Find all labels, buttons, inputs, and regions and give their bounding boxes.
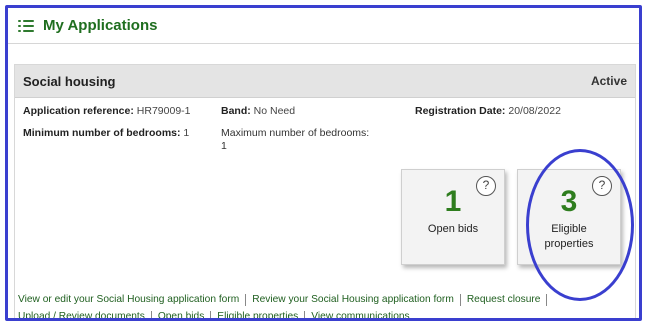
links-row-1: View or edit your Social Housing applica… bbox=[18, 291, 638, 308]
open-bids-link[interactable]: Open bids bbox=[158, 311, 204, 318]
title-bar: My Applications bbox=[8, 8, 639, 44]
hamburger-menu-icon[interactable] bbox=[18, 19, 34, 33]
eligible-properties-link[interactable]: Eligible properties bbox=[217, 311, 298, 318]
status-badge: Active bbox=[590, 74, 627, 88]
help-icon[interactable]: ? bbox=[476, 176, 496, 196]
application-name: Social housing bbox=[23, 73, 116, 89]
link-separator bbox=[304, 310, 306, 318]
applications-window: My Applications Social housing Active Ap… bbox=[5, 5, 642, 321]
max-bedrooms-label: Maximum number of bedrooms: bbox=[221, 127, 370, 139]
eligible-properties-label: Eligible properties bbox=[518, 222, 620, 252]
link-separator bbox=[150, 310, 152, 318]
band: Band: No Need bbox=[221, 105, 295, 117]
eligible-label-line2: properties bbox=[544, 238, 594, 250]
page-title: My Applications bbox=[43, 17, 158, 34]
min-bedrooms: Minimum number of bedrooms: 1 bbox=[23, 127, 189, 139]
application-header: Social housing Active bbox=[15, 65, 635, 98]
min-bedrooms-value: 1 bbox=[183, 127, 190, 139]
application-panel: Social housing Active Application refere… bbox=[14, 64, 636, 318]
band-value: No Need bbox=[253, 105, 296, 117]
open-bids-card[interactable]: ? 1 Open bids bbox=[401, 169, 505, 265]
eligible-label-line1: Eligible bbox=[551, 223, 587, 235]
application-reference: Application reference: HR79009-1 bbox=[23, 105, 191, 117]
links-row-2: Upload / Review documents Open bids Elig… bbox=[18, 308, 638, 318]
max-bedrooms-value: 1 bbox=[221, 140, 227, 152]
link-separator bbox=[459, 293, 461, 306]
link-separator bbox=[245, 293, 247, 306]
application-details: Application reference: HR79009-1 Band: N… bbox=[15, 98, 635, 265]
upload-documents-link[interactable]: Upload / Review documents bbox=[18, 311, 145, 318]
band-label: Band: bbox=[221, 105, 251, 117]
action-links: View or edit your Social Housing applica… bbox=[18, 291, 638, 318]
help-icon[interactable]: ? bbox=[592, 176, 612, 196]
view-communications-link[interactable]: View communications bbox=[311, 311, 409, 318]
registration-label: Registration Date: bbox=[415, 105, 506, 117]
request-closure-link[interactable]: Request closure bbox=[467, 294, 541, 305]
reference-value: HR79009-1 bbox=[136, 105, 191, 117]
registration-value: 20/08/2022 bbox=[508, 105, 561, 117]
edit-application-link[interactable]: View or edit your Social Housing applica… bbox=[18, 294, 239, 305]
review-application-link[interactable]: Review your Social Housing application f… bbox=[252, 294, 454, 305]
link-separator bbox=[546, 293, 548, 306]
link-separator bbox=[210, 310, 212, 318]
open-bids-label: Open bids bbox=[427, 223, 479, 235]
eligible-properties-card[interactable]: ? 3 Eligible properties bbox=[517, 169, 621, 265]
min-bedrooms-label: Minimum number of bedrooms: bbox=[23, 127, 181, 139]
registration-date: Registration Date: 20/08/2022 bbox=[415, 105, 561, 117]
reference-label: Application reference: bbox=[23, 105, 134, 117]
